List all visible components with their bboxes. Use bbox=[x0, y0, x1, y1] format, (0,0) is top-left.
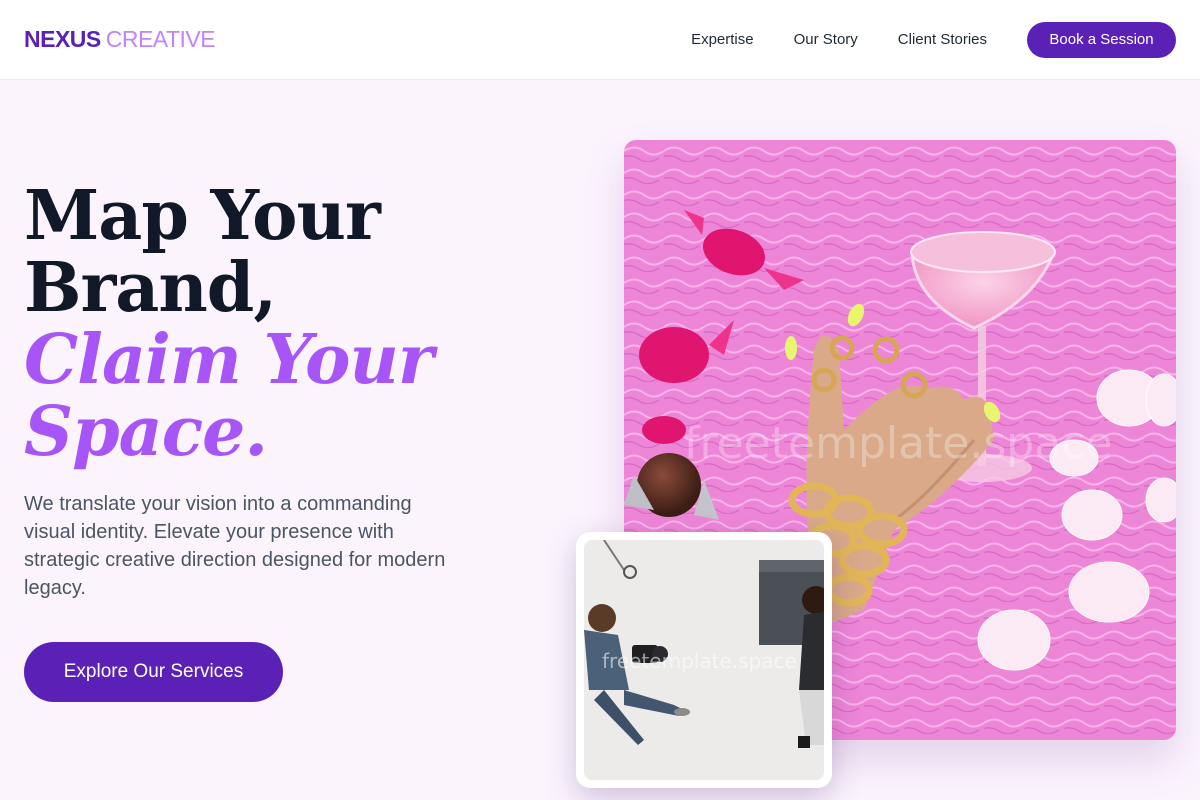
hero-image-inset: freetemplate.space bbox=[576, 532, 832, 788]
nav-links: Expertise Our Story Client Stories Book … bbox=[651, 21, 1176, 58]
hero-title: Map Your Brand, Claim Your Space. bbox=[24, 176, 434, 472]
hero-title-line2: Brand, bbox=[24, 248, 277, 328]
nav-link-our-story[interactable]: Our Story bbox=[794, 31, 858, 48]
hero-title-accent2: Space. bbox=[24, 392, 268, 472]
hero-subtitle: We translate your vision into a commandi… bbox=[24, 493, 446, 599]
hero-title-accent1: Claim Your bbox=[24, 320, 434, 400]
book-session-button[interactable]: Book a Session bbox=[1027, 21, 1176, 58]
logo-secondary: CREATIVE bbox=[105, 26, 216, 52]
explore-services-button[interactable]: Explore Our Services bbox=[24, 642, 283, 702]
nav-link-client-stories[interactable]: Client Stories bbox=[898, 31, 987, 48]
watermark-inset: freetemplate.space bbox=[602, 649, 797, 673]
watermark-main: freetemplate.space bbox=[684, 418, 1112, 469]
nav-link-expertise[interactable]: Expertise bbox=[691, 31, 754, 48]
logo-primary: NEXUS bbox=[24, 26, 101, 52]
navbar: NEXUS CREATIVE Expertise Our Story Clien… bbox=[0, 0, 1200, 80]
logo[interactable]: NEXUS CREATIVE bbox=[24, 26, 216, 53]
hero-title-line1: Map Your bbox=[24, 176, 381, 256]
